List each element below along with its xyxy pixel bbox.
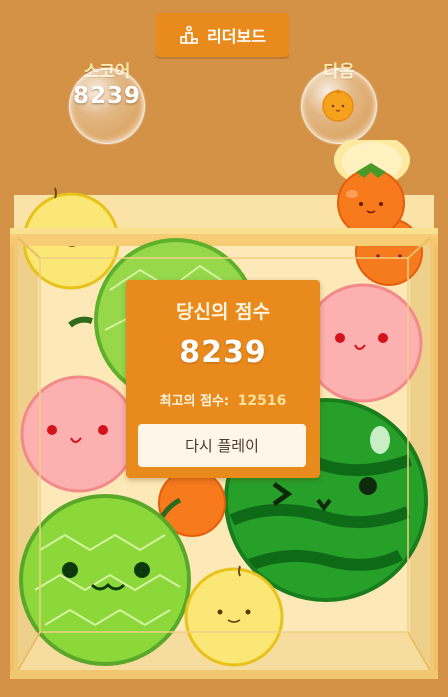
fruit-peach (20, 375, 138, 493)
final-score: 8239 (179, 335, 267, 370)
best-score-value: 12516 (237, 393, 287, 409)
fruit-peach (303, 283, 423, 403)
your-score-title: 당신의 점수 (175, 301, 270, 323)
score-value: 8239 (72, 83, 141, 109)
fruit-melon (19, 494, 191, 666)
game-over-panel: 당신의 점수 8239 최고의 점수: 12516 다시 플레이 (126, 280, 320, 478)
next-fruit-tangerine-icon (322, 89, 354, 122)
podium-icon (180, 25, 198, 44)
leaderboard-button[interactable]: 리더보드 (156, 13, 289, 57)
best-score-label: 최고의 점수: (159, 394, 230, 409)
play-again-button[interactable]: 다시 플레이 (138, 424, 306, 467)
leaderboard-label: 리더보드 (207, 27, 266, 46)
fruit-pear (184, 565, 284, 667)
best-score-row: 최고의 점수: 12516 (126, 390, 320, 409)
